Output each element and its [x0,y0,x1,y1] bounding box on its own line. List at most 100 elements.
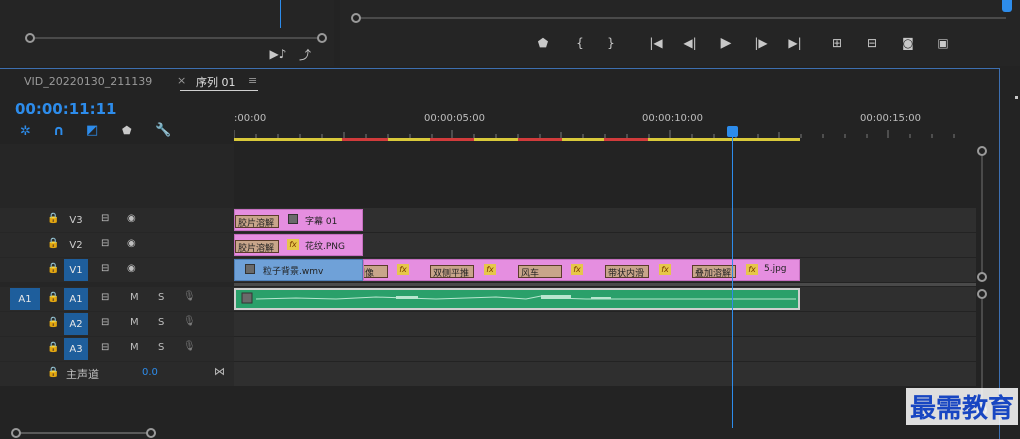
clip-pattern-png[interactable]: 胶片溶解 fx 花纹.PNG [234,234,363,256]
audio-clip[interactable] [234,288,800,310]
timeline-hscrollbar[interactable] [16,432,156,434]
ruler-label-10: 00:00:10:00 [642,113,704,124]
go-to-end-icon[interactable]: ⋈ [214,365,225,378]
transition-additive-dissolve[interactable]: 叠加溶解 [692,265,736,278]
clip-title-01[interactable]: 胶片溶解 字幕 01 [234,209,363,231]
track-master: 🔒 主声道 0.0 ⋈ [0,362,976,386]
mark-in-icon[interactable]: { [569,34,591,52]
video-scroll-handle-bottom[interactable] [977,272,987,282]
right-panel-edge [1003,68,1020,439]
source-zoom-handle-right[interactable] [317,33,327,43]
track-name-v2[interactable]: V2 [64,234,88,256]
solo-button[interactable]: S [158,317,164,328]
audio-scroll-handle-top[interactable] [977,289,987,299]
mute-button[interactable]: M [130,342,139,353]
clip-image-sequence[interactable]: 圆划像 fx 双侧平推 fx 风车 fx 带状内滑 fx 叠加溶解 fx 5.j… [363,259,800,281]
program-playhead[interactable] [1002,0,1012,12]
video-audio-divider[interactable] [234,283,976,286]
track-name-a1[interactable]: A1 [64,288,88,310]
source-zoom-scrollbar[interactable] [30,37,320,39]
add-marker-icon[interactable]: ⬟ [122,124,138,140]
track-name-a3[interactable]: A3 [64,338,88,360]
eye-icon[interactable]: ◉ [127,263,136,274]
track-name-a2[interactable]: A2 [64,313,88,335]
clip-particle-background[interactable]: 粒子背景.wmv [234,259,363,281]
sync-lock-icon[interactable]: ⊟ [101,213,109,224]
insert-icon[interactable]: ▶♪ [267,45,289,63]
tab-source-sequence[interactable]: VID_20220130_211139 [24,75,152,88]
transition-film-dissolve[interactable]: 胶片溶解 [235,240,279,253]
linked-selection-icon[interactable]: ◩ [86,123,102,139]
nest-sequence-icon[interactable]: ✲ [20,124,36,140]
export-frame-icon[interactable]: ⤴ [294,45,316,63]
transition-iris-round[interactable]: 圆划像 [364,265,388,278]
track-a1: A1 🔒 A1 ⊟ M S 🎙 [0,287,976,311]
timeline-hscroll-left[interactable] [11,428,21,438]
go-to-in-icon[interactable]: |◀ [645,34,667,52]
microphone-icon[interactable]: 🎙 [183,291,196,302]
track-a2: 🔒 A2 ⊟ M S 🎙 [0,312,976,336]
program-zoom-scrollbar[interactable] [356,17,1006,19]
microphone-icon[interactable]: 🎙 [183,341,196,352]
eye-icon[interactable]: ◉ [127,213,136,224]
lock-icon[interactable]: 🔒 [47,342,59,353]
mute-button[interactable]: M [130,292,139,303]
marker-icon[interactable]: ⬟ [532,34,554,52]
eye-icon[interactable]: ◉ [127,238,136,249]
lock-icon[interactable]: 🔒 [47,317,59,328]
sync-lock-icon[interactable]: ⊟ [101,263,109,274]
go-to-out-icon[interactable]: ▶| [784,34,806,52]
clip-label: 5.jpg [764,264,787,274]
camera-icon[interactable]: ◙ [897,34,919,52]
step-back-icon[interactable]: ◀| [679,34,701,52]
playhead-handle[interactable] [727,126,738,137]
master-track-label: 主声道 [66,368,99,381]
lane-a2[interactable] [234,312,976,336]
lock-icon[interactable]: 🔒 [47,367,59,378]
sync-lock-icon[interactable]: ⊟ [101,292,109,303]
sync-lock-icon[interactable]: ⊟ [101,238,109,249]
master-volume-value[interactable]: 0.0 [142,367,158,378]
transition-pinwheel[interactable]: 风车 [518,265,562,278]
track-a3: 🔒 A3 ⊟ M S 🎙 [0,337,976,361]
source-zoom-handle-left[interactable] [25,33,35,43]
source-patch-a1[interactable]: A1 [10,288,40,310]
lock-icon[interactable]: 🔒 [47,213,59,224]
transition-double-push[interactable]: 双侧平推 [430,265,474,278]
tab-sequence-01[interactable]: 序列 01 [196,74,236,90]
track-v2: 🔒 V2 ⊟ ◉ 胶片溶解 fx 花纹.PNG [0,233,976,257]
sync-lock-icon[interactable]: ⊟ [101,317,109,328]
lift-icon[interactable]: ⊞ [826,34,848,52]
video-vscrollbar[interactable] [981,156,983,276]
transition-band-slide[interactable]: 带状内滑 [605,265,649,278]
extract-icon[interactable]: ⊟ [861,34,883,52]
settings-wrench-icon[interactable]: 🔧 [155,123,171,139]
video-scroll-handle-top[interactable] [977,146,987,156]
mark-out-icon[interactable]: } [600,34,622,52]
solo-button[interactable]: S [158,342,164,353]
lock-icon[interactable]: 🔒 [47,263,59,274]
close-tab-icon[interactable]: × [177,74,186,87]
mute-button[interactable]: M [130,317,139,328]
timeline-hscroll-right[interactable] [146,428,156,438]
play-icon[interactable]: ▶ [715,34,737,52]
snap-icon[interactable]: ∩ [53,123,69,139]
program-zoom-handle-left[interactable] [351,13,361,23]
solo-button[interactable]: S [158,292,164,303]
lane-a3[interactable] [234,337,976,361]
source-playhead[interactable] [280,0,281,28]
panel-menu-icon[interactable]: ≡ [248,74,257,87]
track-name-v1[interactable]: V1 [64,259,88,281]
lock-icon[interactable]: 🔒 [47,238,59,249]
sync-lock-icon[interactable]: ⊟ [101,342,109,353]
step-forward-icon[interactable]: |▶ [750,34,772,52]
microphone-icon[interactable]: 🎙 [183,316,196,327]
timecode-display[interactable]: 00:00:11:11 [15,100,117,118]
multi-camera-icon[interactable]: ▣ [932,34,954,52]
lock-icon[interactable]: 🔒 [47,292,59,303]
clip-label: 粒子背景.wmv [263,267,324,277]
transition-film-dissolve[interactable]: 胶片溶解 [235,215,279,228]
track-name-v3[interactable]: V3 [64,209,88,231]
playhead-line[interactable] [732,126,733,428]
lane-master[interactable] [234,362,976,386]
